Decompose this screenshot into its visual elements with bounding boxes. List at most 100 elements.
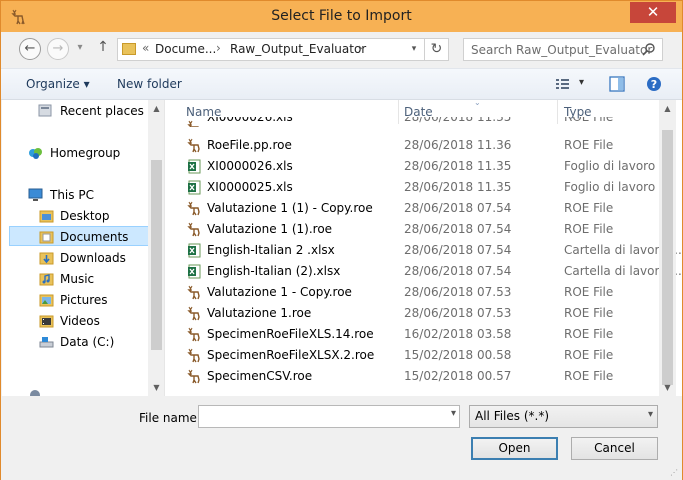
sidebar-item-recent-places[interactable]: Recent places — [2, 101, 150, 121]
sidebar-item-documents[interactable]: Documents — [9, 226, 150, 246]
file-date: 15/02/2018 00.58 — [404, 348, 512, 362]
file-row[interactable]: SpecimenRoeFileXLS.14.roe 16/02/2018 03.5… — [183, 324, 665, 345]
open-button[interactable]: Open — [471, 437, 558, 460]
file-row[interactable]: RoeFile.pp.roe 28/06/2018 11.36 ROE File — [183, 135, 665, 156]
file-date: 28/06/2018 07.53 — [404, 285, 512, 299]
recent-locations-chevron-icon[interactable]: ▾ — [75, 38, 85, 60]
refresh-button[interactable]: ↻ — [424, 39, 448, 60]
sidebar-item-label: Desktop — [60, 209, 110, 223]
file-date: 28/06/2018 07.53 — [404, 306, 512, 320]
sidebar-item-label: Videos — [60, 314, 100, 328]
help-icon[interactable]: ? — [646, 76, 662, 92]
file-type-filter-select[interactable]: All Files (*.*) ▾ — [469, 405, 658, 428]
sidebar-item-data-c[interactable]: Data (C:) — [2, 332, 150, 352]
file-row[interactable]: XI0000026.xls 28/06/2018 11.35 ROE File — [183, 117, 665, 127]
navigation-bar: ← → ▾ ↑ « Docume... › Raw_Output_Evaluat… — [1, 32, 682, 68]
roe-file-icon — [187, 369, 200, 384]
sidebar-item-label: Pictures — [60, 293, 108, 307]
roe-file-icon — [187, 138, 200, 153]
sidebar-item-downloads[interactable]: Downloads — [2, 248, 150, 268]
file-row[interactable]: XI0000025.xls 28/06/2018 11.35 Foglio di l… — [183, 177, 670, 198]
search-box[interactable]: Search Raw_Output_Evaluator — [463, 38, 663, 61]
file-row[interactable]: English-Italian 2 .xlsx 28/06/2018 07.54 C… — [183, 240, 682, 261]
file-dialog: Select File to Import ✕ ← → ▾ ↑ « Docume… — [0, 0, 683, 480]
file-row[interactable]: Valutazione 1 (1).roe 28/06/2018 07.54 ROE… — [183, 219, 665, 240]
sidebar-item-label: Homegroup — [50, 146, 121, 160]
file-date: 28/06/2018 11.35 — [404, 159, 512, 173]
sidebar-item-music[interactable]: Music — [2, 269, 150, 289]
file-name: Valutazione 1 (1) - Copy.roe — [207, 201, 373, 215]
title-bar[interactable]: Select File to Import ✕ — [1, 1, 682, 32]
roe-file-icon — [187, 222, 200, 237]
sidebar-item-homegroup[interactable]: Homegroup — [2, 143, 150, 163]
scroll-up-arrow-icon[interactable]: ▲ — [659, 100, 676, 117]
nav-scrollbar[interactable]: ▲ ▼ — [148, 100, 164, 396]
file-type-filter-value: All Files (*.*) — [475, 409, 550, 423]
file-type: ROE File — [564, 327, 614, 341]
breadcrumb-documents[interactable]: Docume... — [155, 42, 216, 56]
file-date: 28/06/2018 07.54 — [404, 264, 512, 278]
view-options-icon[interactable] — [556, 78, 572, 91]
breadcrumb-overflow[interactable]: « — [142, 41, 149, 55]
file-row[interactable]: SpecimenCSV.roe 15/02/2018 00.57 ROE File — [183, 366, 665, 387]
scrollbar-thumb[interactable] — [151, 160, 162, 350]
close-button[interactable]: ✕ — [630, 2, 676, 23]
search-icon[interactable] — [642, 42, 656, 56]
file-date: 28/06/2018 07.54 — [404, 201, 512, 215]
file-name: SpecimenRoeFileXLS.14.roe — [207, 327, 374, 341]
file-type: ROE File — [564, 138, 614, 152]
file-name-label: File name: — [139, 411, 201, 425]
file-type: ROE File — [564, 348, 614, 362]
file-name: Valutazione 1 (1).roe — [207, 222, 333, 236]
filter-dropdown-chevron-icon[interactable]: ▾ — [648, 409, 653, 420]
file-row[interactable]: English-Italian (2).xlsx 28/06/2018 07.54… — [183, 261, 682, 282]
file-type: ROE File — [564, 369, 614, 383]
forward-button[interactable]: → — [47, 38, 69, 60]
scrollbar-thumb[interactable] — [662, 130, 673, 385]
file-row[interactable]: SpecimenRoeFileXLSX.2.roe 15/02/2018 00.5… — [183, 345, 665, 366]
homegroup-icon — [29, 148, 42, 159]
scroll-up-arrow-icon[interactable]: ▲ — [148, 100, 164, 117]
up-button[interactable]: ↑ — [92, 38, 114, 60]
preview-pane-icon[interactable] — [609, 76, 625, 92]
file-name: SpecimenRoeFileXLSX.2.roe — [207, 348, 375, 362]
breadcrumb-raw-output-evaluator[interactable]: Raw_Output_Evaluator — [230, 42, 366, 56]
roe-file-icon — [187, 120, 199, 127]
file-name-input[interactable]: ▾ — [198, 405, 460, 428]
computer-icon — [28, 188, 43, 201]
sidebar-item-network-partial[interactable] — [2, 388, 150, 396]
file-row[interactable]: Valutazione 1.roe 28/06/2018 07.53 ROE Fil… — [183, 303, 665, 324]
search-input[interactable]: Search Raw_Output_Evaluator — [471, 43, 652, 57]
navigation-pane[interactable]: Recent places Homegroup This PC Desktop … — [2, 100, 165, 396]
file-name-dropdown-chevron-icon[interactable]: ▾ — [451, 408, 456, 419]
view-dropdown-chevron-icon[interactable]: ▾ — [579, 77, 584, 88]
sidebar-item-desktop[interactable]: Desktop — [2, 206, 150, 226]
roe-file-icon — [187, 348, 200, 363]
file-row[interactable]: Valutazione 1 - Copy.roe 28/06/2018 07.53… — [183, 282, 665, 303]
roe-file-icon — [187, 327, 200, 342]
file-list-scrollbar[interactable]: ▲ ▼ — [659, 100, 676, 396]
sidebar-item-videos[interactable]: Videos — [2, 311, 150, 331]
organize-button[interactable]: Organize ▾ — [26, 77, 90, 91]
scroll-down-arrow-icon[interactable]: ▼ — [148, 379, 164, 396]
file-list-pane[interactable]: Name ⌄ Date Type XI0000026.xls 28/06/2018… — [165, 100, 682, 396]
address-bar[interactable]: « Docume... › Raw_Output_Evaluator › ▾ ↻ — [117, 38, 449, 61]
file-row[interactable]: XI0000026.xls 28/06/2018 11.35 Foglio di l… — [183, 156, 670, 177]
scroll-down-arrow-icon[interactable]: ▼ — [659, 379, 676, 396]
back-button[interactable]: ← — [19, 38, 41, 60]
command-toolbar: Organize ▾ New folder ▾ ? — [1, 68, 682, 100]
file-date: 28/06/2018 11.36 — [404, 138, 512, 152]
drive-icon — [39, 337, 54, 348]
address-dropdown-chevron-icon[interactable]: ▾ — [404, 39, 424, 60]
file-date: 16/02/2018 03.58 — [404, 327, 512, 341]
sidebar-item-pictures[interactable]: Pictures — [2, 290, 150, 310]
sidebar-item-this-pc[interactable]: This PC — [2, 185, 150, 205]
pictures-icon — [39, 294, 54, 307]
new-folder-button[interactable]: New folder — [117, 77, 182, 91]
svg-text:?: ? — [651, 78, 657, 91]
file-row[interactable]: Valutazione 1 (1) - Copy.roe 28/06/2018 0… — [183, 198, 665, 219]
cancel-button[interactable]: Cancel — [571, 437, 658, 460]
roe-file-icon — [187, 306, 200, 321]
resize-grip-icon[interactable]: ⋰ — [670, 468, 678, 477]
roe-file-icon — [187, 285, 200, 300]
